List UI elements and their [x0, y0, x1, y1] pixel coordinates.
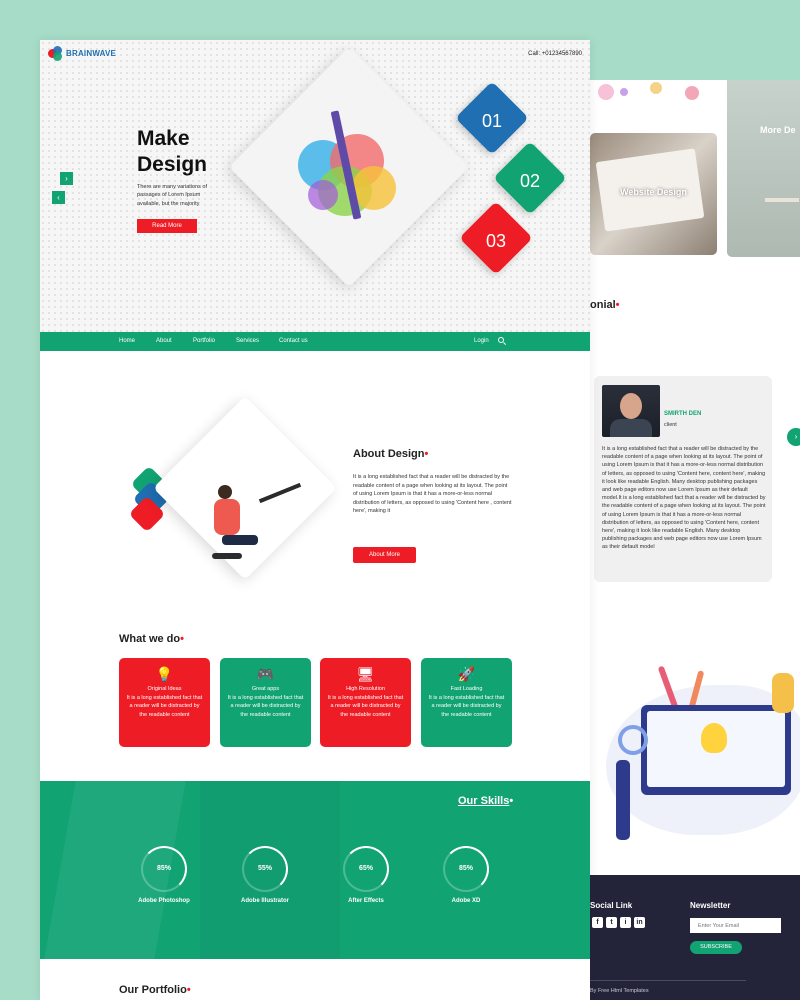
hero-title: Make Design: [137, 127, 208, 176]
facebook-icon[interactable]: f: [592, 917, 603, 928]
nav-portfolio[interactable]: Portfolio: [193, 338, 215, 344]
number-03: 03: [485, 231, 507, 251]
lightbulb-icon: [701, 723, 727, 753]
nav-login[interactable]: Login: [474, 338, 489, 344]
next-arrow-icon[interactable]: ›: [787, 428, 800, 446]
about-more-button[interactable]: About More: [353, 547, 416, 563]
hero-description: There are many variations of passages of…: [137, 184, 208, 207]
decorative-flowers: [590, 80, 722, 110]
portfolio-item-website-design[interactable]: Website Design: [590, 133, 717, 255]
subscribe-button[interactable]: SUBSCRIBE: [690, 941, 742, 954]
brand-logo[interactable]: BRAINWAVE: [48, 46, 116, 61]
newsletter-email-input[interactable]: [690, 918, 781, 933]
logo-icon: [48, 46, 63, 61]
card-title: Great apps: [251, 686, 280, 692]
skill-label: Adobe Photoshop: [138, 898, 190, 904]
copyright-text: By Free Html Templates: [590, 988, 649, 994]
instagram-icon[interactable]: i: [620, 917, 631, 928]
slider-prev-arrow[interactable]: ‹: [52, 191, 65, 204]
client-role: client: [664, 422, 677, 428]
footer: Social Link f t i in Newsletter SUBSCRIB…: [590, 875, 800, 1000]
client-avatar: [602, 385, 660, 437]
main-page: BRAINWAVE Call: +01234567890 Make Design…: [40, 40, 590, 1000]
lightbulb-icon: 💡: [155, 666, 174, 682]
about-title: About Design•: [353, 448, 429, 460]
nav-about[interactable]: About: [156, 338, 172, 344]
testimonial-text: It is a long established fact that a rea…: [602, 446, 766, 551]
chair-image: [765, 198, 799, 202]
card-title: Original Ideas: [147, 686, 182, 692]
skill-label: After Effects: [348, 898, 384, 904]
hero-section: BRAINWAVE Call: +01234567890 Make Design…: [40, 40, 590, 332]
card-text: It is a long established fact that a rea…: [126, 695, 203, 718]
about-text: It is a long established fact that a rea…: [353, 474, 512, 514]
magnifier-icon: [618, 725, 648, 755]
service-card-fast-loading[interactable]: 🚀 Fast Loading It is a long established …: [421, 658, 512, 747]
skill-ring-illustrator: 55%: [242, 846, 288, 892]
footer-divider: [590, 980, 746, 981]
person-figure: [616, 760, 630, 840]
skill-ring-photoshop: 85%: [141, 846, 187, 892]
secondary-page: Website Design More De onial• SMIRTH DEN…: [590, 80, 800, 1000]
skill-ring-xd: 85%: [443, 846, 489, 892]
card-text: It is a long established fact that a rea…: [227, 695, 304, 718]
designer-head: [218, 485, 232, 499]
newsletter-title: Newsletter: [690, 901, 731, 910]
service-card-great-apps[interactable]: 🎮 Great apps It is a long established fa…: [220, 658, 311, 747]
designer-body: [214, 499, 240, 535]
twitter-icon[interactable]: t: [606, 917, 617, 928]
skill-label: Adobe XD: [451, 898, 481, 904]
nav-contact[interactable]: Contact us: [279, 338, 308, 344]
skill-ring-after-effects: 65%: [343, 846, 389, 892]
portfolio-title: Our Portfolio•: [119, 984, 191, 996]
stool: [212, 553, 242, 559]
linkedin-icon[interactable]: in: [634, 917, 645, 928]
about-section: About Design• It is a long established f…: [40, 351, 590, 621]
drawing-desk: [258, 482, 302, 504]
brand-name: BRAINWAVE: [66, 49, 117, 58]
nav-home[interactable]: Home: [119, 338, 135, 344]
skills-section: Our Skills• 85% Adobe Photoshop 55% Adob…: [40, 781, 590, 959]
read-more-button[interactable]: Read More: [137, 219, 197, 233]
social-links: f t i in: [592, 917, 645, 928]
colorful-pencil-hand-image: [290, 110, 410, 240]
client-name: SMIRTH DEN: [664, 411, 702, 417]
skill-label: Adobe Illustrator: [240, 898, 289, 904]
search-icon[interactable]: [498, 337, 506, 346]
social-title: Social Link: [590, 901, 633, 910]
card-text: It is a long established fact that a rea…: [428, 695, 505, 718]
person-figure: [772, 673, 794, 713]
main-navbar: Home About Portfolio Services Contact us…: [40, 332, 590, 351]
designer-illustration: [200, 451, 302, 571]
skills-title: Our Skills•: [458, 795, 514, 807]
card-text: It is a long established fact that a rea…: [327, 695, 404, 718]
testimonial-title: onial•: [590, 299, 620, 311]
portfolio-caption: Website Design: [620, 187, 687, 197]
gamepad-icon: 🎮: [256, 666, 275, 682]
service-card-original-ideas[interactable]: 💡 Original Ideas It is a long establishe…: [119, 658, 210, 747]
monitor-icon: 🖥: [356, 666, 375, 682]
service-card-high-resolution[interactable]: 🖥 High Resolution It is a long establish…: [320, 658, 411, 747]
monitor-image: [641, 705, 791, 795]
rocket-icon: 🚀: [457, 666, 476, 682]
call-number: Call: +01234567890: [528, 51, 582, 57]
portfolio-caption: More De: [760, 125, 796, 135]
portfolio-item-more[interactable]: More De: [727, 80, 800, 257]
nav-services[interactable]: Services: [236, 338, 259, 344]
testimonial-card: SMIRTH DEN client It is a long establish…: [594, 376, 772, 582]
creative-illustration: [596, 665, 800, 840]
slider-next-arrow[interactable]: ›: [60, 172, 73, 185]
card-title: High Resolution: [346, 686, 385, 692]
card-title: Fast Loading: [450, 686, 483, 692]
whatwedo-title: What we do•: [119, 633, 184, 645]
